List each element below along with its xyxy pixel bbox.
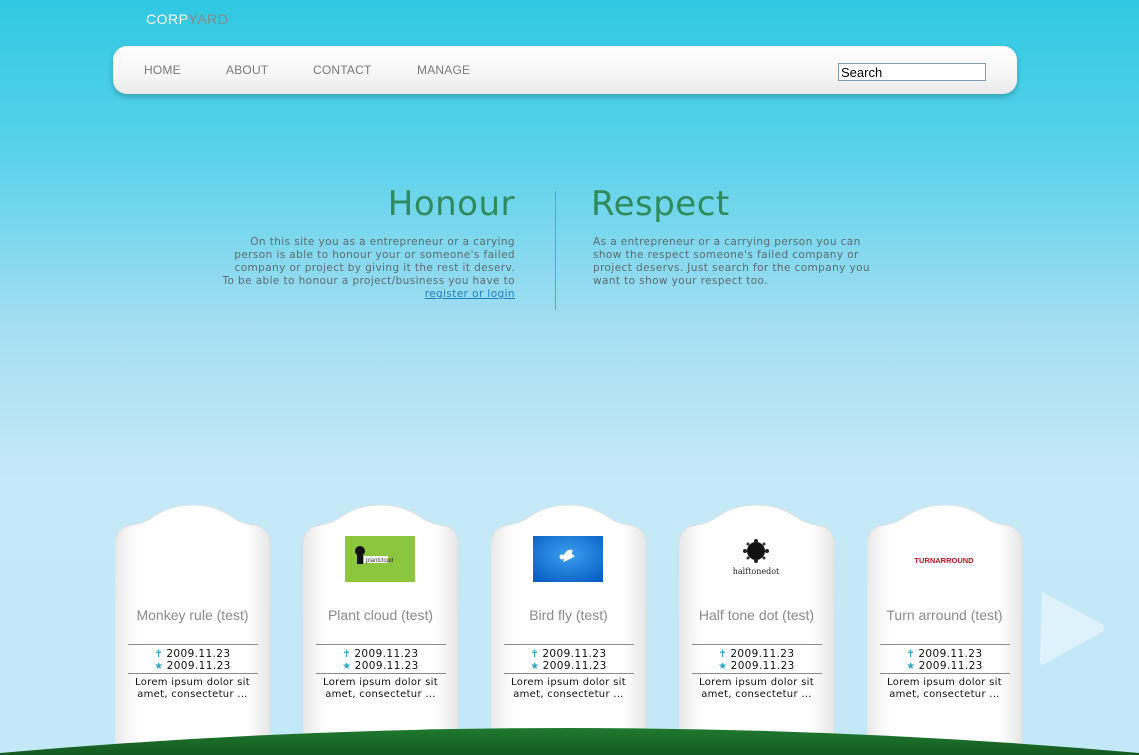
plantcloud-logo: plantcloud (345, 536, 415, 582)
card-desc-line: Lorem ipsum dolor sit (135, 677, 250, 688)
birdfly-logo (533, 536, 603, 582)
card-date: 2009.11.23 (918, 660, 983, 672)
green-hill (0, 728, 1139, 755)
card-date: 2009.11.23 (542, 648, 607, 660)
cross-icon: ✝ (154, 649, 164, 660)
honour-line: On this site you as a entrepreneur or a … (250, 236, 515, 248)
card-title: Half tone dot (test) (698, 607, 815, 623)
nav-bar: HOME ABOUT CONTACT MANAGE (113, 46, 1017, 94)
card-desc-line: amet, consectetur ... (889, 689, 1000, 700)
nav-manage[interactable]: MANAGE (417, 63, 470, 77)
card-divider (880, 673, 1010, 674)
star-icon: ★ (718, 661, 728, 672)
card-date: 2009.11.23 (354, 660, 419, 672)
card-divider (692, 673, 822, 674)
halftonedot-logo: halftonedot (733, 539, 780, 576)
nav-about[interactable]: ABOUT (226, 63, 268, 77)
respect-title: Respect (591, 184, 730, 224)
card-desc-line: amet, consectetur ... (325, 689, 436, 700)
honour-text: On this site you as a entrepreneur or a … (205, 236, 515, 301)
nav-contact[interactable]: CONTACT (313, 63, 372, 77)
respect-text: As a entrepreneur or a carrying person y… (593, 236, 893, 288)
card-date: 2009.11.23 (166, 648, 231, 660)
honour-line: person is able to honour your or someone… (234, 249, 515, 261)
card-title: Plant cloud (test) (327, 607, 434, 623)
turnarround-logo: TURNARROUND (914, 556, 974, 565)
card-description: Lorem ipsum dolor sit amet, consectetur … (689, 677, 824, 701)
star-icon: ★ (342, 661, 352, 672)
card-desc-line: amet, consectetur ... (701, 689, 812, 700)
register-login-link[interactable]: register or login (425, 288, 515, 300)
cross-icon: ✝ (906, 649, 916, 660)
respect-line: show the respect someone's failed compan… (593, 249, 859, 261)
section-divider (555, 191, 556, 310)
card-divider (880, 644, 1010, 645)
logo-corp: CORP (146, 11, 189, 27)
star-icon: ★ (906, 661, 916, 672)
card-description: Lorem ipsum dolor sit amet, consectetur … (501, 677, 636, 701)
plantcloud-logo-text: plantcloud (366, 558, 393, 564)
card-description: Lorem ipsum dolor sit amet, consectetur … (877, 677, 1012, 701)
card-divider (316, 673, 446, 674)
card-desc-line: amet, consectetur ... (137, 689, 248, 700)
nav-home[interactable]: HOME (144, 63, 181, 77)
card-divider (128, 673, 258, 674)
respect-line: As a entrepreneur or a carrying person y… (593, 236, 861, 248)
card-desc-line: Lorem ipsum dolor sit (323, 677, 438, 688)
card-date-row: ★ 2009.11.23 (491, 660, 646, 673)
card-divider (128, 644, 258, 645)
honour-title: Honour (387, 184, 515, 224)
card-title: Monkey rule (test) (136, 607, 249, 623)
card-description: Lorem ipsum dolor sit amet, consectetur … (125, 677, 260, 701)
card-date: 2009.11.23 (354, 648, 419, 660)
card-divider (692, 644, 822, 645)
card-date-row: ★ 2009.11.23 (303, 660, 458, 673)
card-divider (316, 644, 446, 645)
respect-line: want to show your respect too. (593, 275, 768, 287)
card-divider (504, 644, 634, 645)
card-desc-line: amet, consectetur ... (513, 689, 624, 700)
card-date: 2009.11.23 (730, 648, 795, 660)
card-title: Turn arround (test) (886, 607, 1003, 623)
card-date: 2009.11.23 (542, 660, 607, 672)
card-date-row: ★ 2009.11.23 (867, 660, 1022, 673)
card-desc-line: Lorem ipsum dolor sit (511, 677, 626, 688)
card-title: Bird fly (test) (529, 607, 608, 623)
turnarround-logo-text: TURNARROUND (914, 556, 974, 565)
card-desc-line: Lorem ipsum dolor sit (699, 677, 814, 688)
next-arrow-icon[interactable] (1038, 590, 1108, 666)
card-date: 2009.11.23 (918, 648, 983, 660)
logo-yard: YARD (188, 11, 229, 27)
star-icon: ★ (154, 661, 164, 672)
star-icon: ★ (530, 661, 540, 672)
cross-icon: ✝ (530, 649, 540, 660)
card-date-row: ★ 2009.11.23 (679, 660, 834, 673)
card-date-row: ★ 2009.11.23 (115, 660, 270, 673)
respect-line: project deservs. Just search for the com… (593, 262, 870, 274)
honour-line: company or project by giving it the rest… (234, 262, 515, 274)
card-description: Lorem ipsum dolor sit amet, consectetur … (313, 677, 448, 701)
cross-icon: ✝ (718, 649, 728, 660)
card-divider (504, 673, 634, 674)
search-input[interactable] (838, 63, 986, 81)
card-date: 2009.11.23 (730, 660, 795, 672)
card-date: 2009.11.23 (166, 660, 231, 672)
card-desc-line: Lorem ipsum dolor sit (887, 677, 1002, 688)
honour-line: To be able to honour a project/business … (222, 275, 515, 287)
cross-icon: ✝ (342, 649, 352, 660)
site-logo[interactable]: CORPYARD (146, 11, 228, 27)
halftonedot-logo-text: halftonedot (733, 567, 780, 576)
